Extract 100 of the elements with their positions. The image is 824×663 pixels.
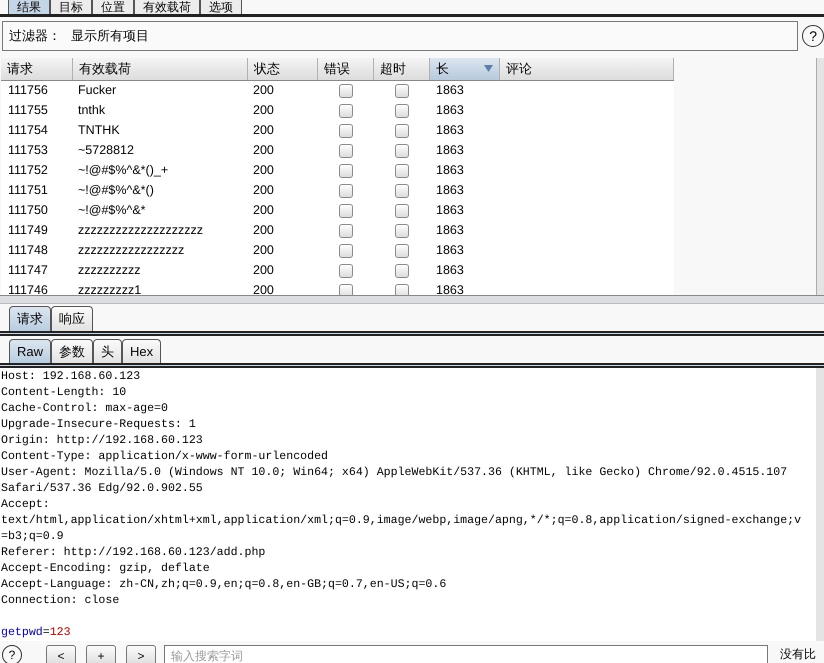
table-cell-text: 1863 — [435, 242, 465, 260]
tab[interactable]: Raw — [9, 339, 52, 364]
checkbox[interactable] — [395, 124, 409, 138]
help-button[interactable]: ? — [2, 645, 22, 663]
table-cell-text: 200 — [252, 122, 275, 140]
table-cell-text: 1863 — [435, 182, 465, 200]
header-line: Accept-Language: zh-CN,zh;q=0.9,en;q=0.8,en-GB;q=0.7,en-US;q=0.6 — [1, 577, 448, 594]
nav-button[interactable]: + — [86, 645, 116, 663]
header-line: Cache-Control: max-age=0 — [1, 401, 169, 418]
tab[interactable]: Hex — [122, 339, 162, 364]
checkbox[interactable] — [395, 284, 409, 295]
header-line: =b3;q=0.9 — [1, 529, 65, 546]
filter-label: 过滤器： — [9, 26, 61, 45]
header-line: Accept-Encoding: gzip, deflate — [1, 561, 211, 578]
table-cell-text: 200 — [252, 102, 275, 120]
tab[interactable]: 请求 — [9, 306, 51, 331]
table-cell-text: tnthk — [77, 102, 106, 120]
table-cell-text: 111755 — [7, 102, 49, 120]
column-header[interactable]: 超时 — [374, 58, 430, 80]
header-line: Referer: http://192.168.60.123/add.php — [1, 545, 266, 562]
nav-button[interactable]: < — [46, 645, 76, 663]
table-cell-text: ~!@#$%^&*() — [77, 182, 155, 200]
checkbox[interactable] — [339, 284, 353, 295]
checkbox[interactable] — [395, 84, 409, 98]
table-cell-text: 1863 — [435, 142, 465, 160]
table-cell-text: 111746 — [7, 282, 49, 295]
table-cell-text: zzzzzzzzz1 — [77, 282, 142, 295]
checkbox[interactable] — [339, 244, 353, 258]
header-line: Host: 192.168.60.123 — [1, 369, 142, 386]
checkbox[interactable] — [395, 104, 409, 118]
checkbox[interactable] — [395, 204, 409, 218]
tab[interactable]: 位置 — [92, 0, 134, 14]
tab[interactable]: 结果 — [8, 0, 50, 14]
column-label: 请求 — [7, 60, 33, 78]
table-cell-text: 1863 — [435, 202, 465, 220]
scrollbar[interactable] — [816, 58, 824, 295]
checkbox[interactable] — [339, 224, 353, 238]
header-line: User-Agent: Mozilla/5.0 (Windows NT 10.0; Win64; x64) AppleWebKit/537.36 (KHTML, like Gecko) Chrome/92.0.4515.107 — [1, 465, 788, 482]
table-cell-text: zzzzzzzzzzzzzzzzzzzz — [77, 222, 204, 240]
header-line: text/html,application/xhtml+xml,application/xml;q=0.9,image/webp,image/apng,*/*;q=0.8,application/signed-exchange;v — [1, 513, 802, 530]
checkbox[interactable] — [395, 144, 409, 158]
tab[interactable]: 选项 — [200, 0, 242, 14]
tab[interactable]: 有效载荷 — [134, 0, 200, 14]
checkbox[interactable] — [395, 264, 409, 278]
request-editor[interactable] — [0, 368, 824, 642]
tab[interactable]: 响应 — [51, 306, 93, 331]
checkbox[interactable] — [339, 264, 353, 278]
checkbox[interactable] — [395, 184, 409, 198]
table-cell-text: 1863 — [435, 82, 465, 100]
table-cell-text: zzzzzzzzzz — [77, 262, 142, 280]
column-header[interactable]: 错误 — [318, 58, 374, 80]
checkbox[interactable] — [339, 124, 353, 138]
body-token: getpwd — [1, 625, 43, 642]
checkbox[interactable] — [395, 164, 409, 178]
column-header[interactable]: 长 — [430, 58, 500, 80]
table-cell-text: 111751 — [7, 182, 49, 200]
help-button[interactable]: ? — [802, 24, 824, 47]
nav-button[interactable]: > — [126, 645, 156, 663]
table-cell-text: Fucker — [77, 82, 118, 100]
column-label: 错误 — [324, 60, 350, 78]
column-header[interactable]: 请求 — [1, 58, 73, 80]
sort-arrow-icon — [484, 65, 493, 72]
header-line: Safari/537.36 Edg/92.0.902.55 — [1, 481, 204, 498]
column-label: 有效载荷 — [79, 60, 131, 78]
checkbox[interactable] — [339, 164, 353, 178]
checkbox[interactable] — [395, 244, 409, 258]
tab[interactable]: 头 — [93, 339, 122, 364]
checkbox[interactable] — [339, 144, 353, 158]
table-cell-text: 200 — [252, 82, 275, 100]
column-header[interactable]: 状态 — [248, 58, 318, 80]
table-cell-text: 1863 — [435, 162, 465, 180]
table-cell-text: 200 — [252, 222, 275, 240]
column-header[interactable]: 评论 — [500, 58, 674, 80]
tab[interactable]: 目标 — [50, 0, 92, 14]
header-line: Accept: — [1, 497, 51, 514]
column-header[interactable]: 有效载荷 — [73, 58, 248, 80]
table-cell-text: 111749 — [7, 222, 49, 240]
table-cell-text: ~5728812 — [77, 142, 135, 160]
match-count: 没有比 — [780, 646, 816, 663]
table-cell-text: 1863 — [435, 122, 465, 140]
search-field[interactable]: 输入搜索字词 — [164, 645, 768, 663]
header-line: Upgrade-Insecure-Requests: 1 — [1, 417, 197, 434]
table-cell-text: 111756 — [7, 82, 49, 100]
table-cell-text: 111750 — [7, 202, 49, 220]
table-cell-text: 1863 — [435, 102, 465, 120]
table-cell-text: 111747 — [7, 262, 49, 280]
column-label: 超时 — [380, 60, 406, 78]
table-cell-text: 200 — [252, 182, 275, 200]
checkbox[interactable] — [339, 104, 353, 118]
checkbox[interactable] — [395, 224, 409, 238]
table-cell-text: ~!@#$%^&*()_+ — [77, 162, 170, 180]
filter-bar[interactable]: 过滤器： 显示所有项目 — [2, 20, 798, 51]
table-cell-text: 200 — [252, 162, 275, 180]
table-cell-text: 200 — [252, 142, 275, 160]
tab[interactable]: 参数 — [51, 339, 94, 364]
checkbox[interactable] — [339, 204, 353, 218]
column-label: 状态 — [254, 60, 280, 78]
table-cell-text: zzzzzzzzzzzzzzzzz — [77, 242, 186, 260]
checkbox[interactable] — [339, 84, 353, 98]
checkbox[interactable] — [339, 184, 353, 198]
